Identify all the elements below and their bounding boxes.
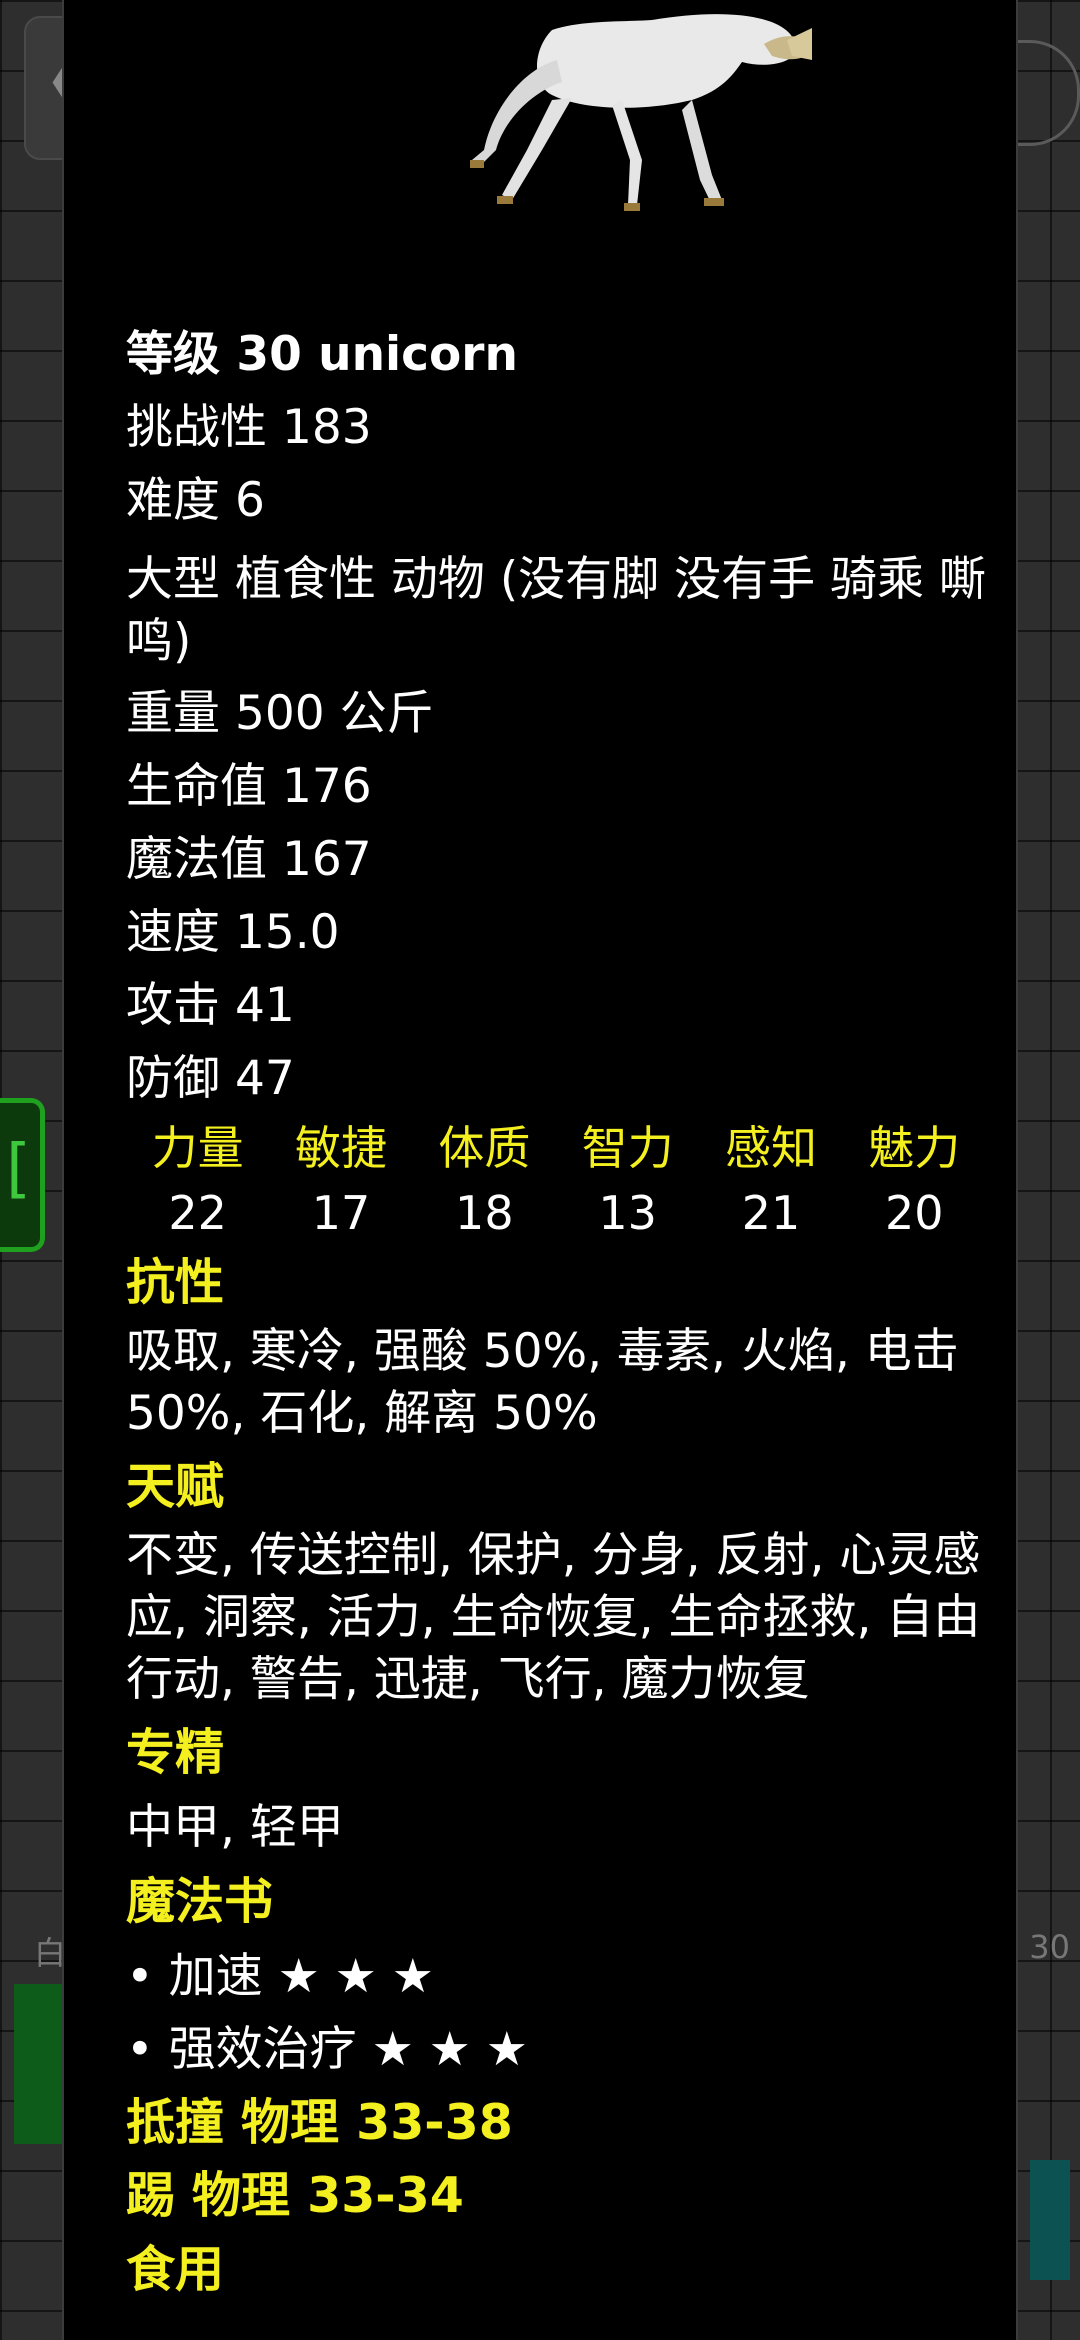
attr-value-con: 18 — [455, 1186, 514, 1240]
monster-type: 大型 植食性 动物 (没有脚 没有手 骑乘 嘶鸣) — [126, 552, 986, 669]
monster-info-panel[interactable]: 等级 30 unicorn 挑战性 183 难度 6 大型 植食性 动物 (没有… — [62, 0, 1018, 2340]
attr-header-str: 力量 — [151, 1121, 244, 1175]
difficulty-value: 难度 6 — [126, 473, 265, 528]
attribute-table: 力量 敏捷 体质 智力 感知 魅力 22 17 18 13 21 20 — [126, 1115, 986, 1245]
attr-header-con: 体质 — [438, 1121, 531, 1175]
attr-header-int: 智力 — [581, 1121, 674, 1175]
spell-item: • 强效治疗 ★ ★ ★ — [126, 2022, 528, 2077]
spell-item: • 加速 ★ ★ ★ — [126, 1949, 434, 2004]
talents-heading: 天赋 — [126, 1458, 225, 1515]
attack-entry: 抵撞 物理 33-38 — [126, 2094, 513, 2151]
attr-header-cha: 魅力 — [868, 1121, 961, 1175]
challenge-value: 挑战性 183 — [126, 400, 372, 455]
weight-value: 重量 500 公斤 — [126, 686, 434, 741]
monster-title: 等级 30 unicorn — [126, 327, 518, 382]
bracket-glyph: [ — [6, 1132, 31, 1206]
attr-value-cha: 20 — [885, 1186, 944, 1240]
attack-value: 攻击 41 — [126, 978, 295, 1033]
attr-value-wis: 21 — [741, 1186, 801, 1240]
speed-value: 速度 15.0 — [126, 905, 340, 960]
attribute-values: 22 17 18 13 21 20 — [126, 1181, 986, 1245]
resistances-text: 吸取, 寒冷, 强酸 50%, 毒素, 火焰, 电击 50%, 石化, 解离 5… — [126, 1324, 959, 1441]
quick-slot-bracket[interactable]: [ — [0, 1098, 45, 1252]
attr-header-dex: 敏捷 — [294, 1121, 387, 1175]
attr-header-wis: 感知 — [724, 1121, 817, 1175]
attribute-headers: 力量 敏捷 体质 智力 感知 魅力 — [126, 1115, 986, 1181]
mastery-heading: 专精 — [126, 1724, 225, 1781]
unicorn-portrait — [470, 14, 812, 211]
attr-value-int: 13 — [598, 1186, 657, 1240]
attr-value-dex: 17 — [311, 1186, 371, 1240]
mp-value: 魔法值 167 — [126, 832, 372, 887]
spellbook-heading: 魔法书 — [126, 1873, 274, 1930]
attack-entry: 踢 物理 33-34 — [126, 2167, 464, 2224]
bottom-right-hud — [1030, 2160, 1070, 2280]
food-heading: 食用 — [126, 2241, 225, 2298]
bottom-right-label: 30 — [1029, 1928, 1070, 1966]
mastery-text: 中甲, 轻甲 — [126, 1800, 344, 1855]
attr-value-str: 22 — [168, 1186, 227, 1240]
hp-value: 生命值 176 — [126, 759, 372, 814]
resistances-heading: 抗性 — [126, 1254, 225, 1311]
defense-value: 防御 47 — [126, 1051, 295, 1106]
talents-text: 不变, 传送控制, 保护, 分身, 反射, 心灵感应, 洞察, 活力, 生命恢复… — [126, 1528, 981, 1707]
monster-details: 等级 30 unicorn 挑战性 183 难度 6 大型 植食性 动物 (没有… — [126, 318, 996, 2308]
